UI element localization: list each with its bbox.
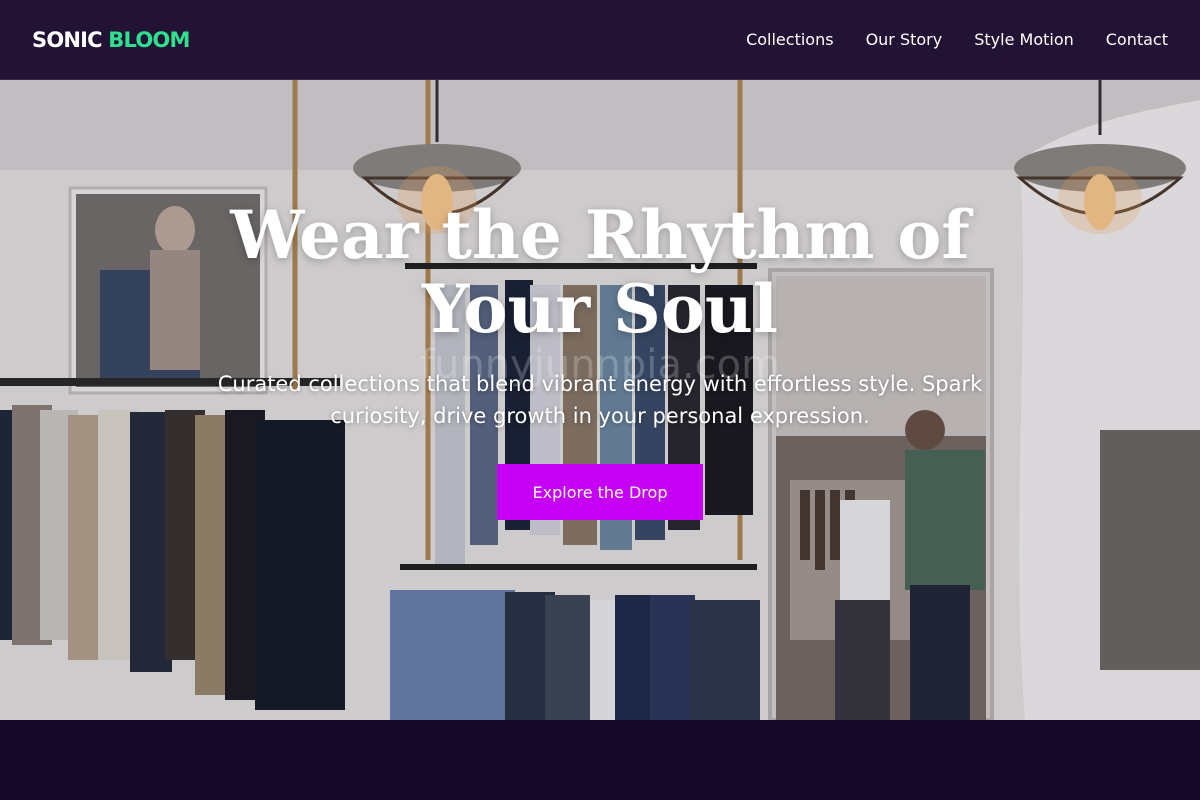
nav-link-contact[interactable]: Contact: [1106, 30, 1168, 49]
nav-link-style-motion[interactable]: Style Motion: [974, 30, 1074, 49]
brand-name-part1: SONIC: [32, 27, 103, 52]
hero-content: Wear the Rhythm of Your Soul funnyjunnpi…: [0, 80, 1200, 720]
nav-link-our-story[interactable]: Our Story: [866, 30, 943, 49]
page-footer-band: [0, 720, 1200, 800]
explore-drop-button[interactable]: Explore the Drop: [497, 464, 703, 520]
hero-subtitle: Curated collections that blend vibrant e…: [217, 372, 983, 428]
hero-title: Wear the Rhythm of Your Soul: [230, 196, 970, 348]
hero-section: Wear the Rhythm of Your Soul funnyjunnpi…: [0, 80, 1200, 720]
brand-name-part2: BLOOM: [108, 27, 190, 52]
brand-logo[interactable]: SONIC BLOOM: [32, 28, 190, 52]
main-nav: Collections Our Story Style Motion Conta…: [714, 30, 1168, 49]
nav-link-collections[interactable]: Collections: [746, 30, 833, 49]
site-header: SONIC BLOOM Collections Our Story Style …: [0, 0, 1200, 80]
